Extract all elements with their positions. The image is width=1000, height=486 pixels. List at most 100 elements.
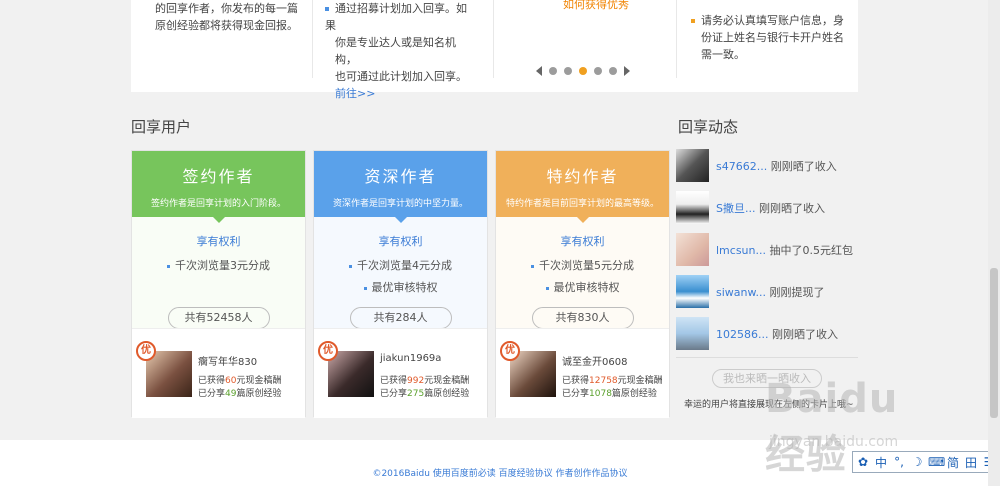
activity-action: 刚刚晒了收入 [758,202,825,215]
ime-grid-icon[interactable]: 田 [964,454,978,471]
section-title-activity: 回享动态 [678,118,739,136]
member-count-button[interactable]: 共有284人 [349,307,452,329]
ime-chinese-icon[interactable]: 中 [874,454,888,471]
bullet-icon [531,264,534,268]
baidu-jingyan-watermark: Baidu 经验 jingyan.baidu.com [765,376,945,478]
card-header: 资深作者 资深作者是回享计划的中坚力量。 [314,151,487,223]
user-name[interactable]: S撒旦... [716,202,755,215]
tier-title: 资深作者 [364,167,437,186]
carousel-controls [536,64,636,78]
ime-keyboard-icon[interactable]: ⌨ [928,455,945,469]
divider [676,0,677,78]
top-info-strip: 的回享作者，你发布的每一篇 原创经验都将获得现金回报。 通过招募计划加入回享。如… [131,0,858,100]
divider [676,357,858,358]
user-name[interactable]: 诚至金开0608 [562,353,627,368]
prev-arrow-icon[interactable] [536,66,542,76]
user-name[interactable]: siwanw... [716,286,766,299]
featured-user[interactable]: 优 瘸写年华830 已获得60元现金稿酬 已分享49篇原创经验 [132,328,305,418]
ime-simplified-icon[interactable]: 简 [946,454,960,471]
benefit-item: 千次浏览量5元分成 [496,257,669,273]
bullet-icon [363,286,367,290]
tier-subtitle: 资深作者是回享计划的中坚力量。 [332,199,468,209]
excellent-badge-icon: 优 [500,341,520,361]
carousel-dot-active[interactable] [579,67,587,75]
scrollbar[interactable] [988,0,1000,486]
avatar[interactable] [676,275,709,308]
info-text: 的回享作者，你发布的每一篇 [155,2,298,15]
notch-icon [576,217,589,223]
carousel-dot[interactable] [564,67,572,75]
carousel-dot[interactable] [609,67,617,75]
carousel-dot[interactable] [594,67,602,75]
card-body: 享有权利 千次浏览量4元分成 最优审核特权 共有284人 [314,217,487,329]
author-tier-card[interactable]: 签约作者 签约作者是回享计划的入门阶段。 享有权利 千次浏览量3元分成 共有52… [131,150,306,418]
tier-subtitle: 特约作者是目前回享计划的最高等级。 [505,199,659,209]
watermark-url: jingyan.baidu.com [769,434,899,450]
ime-toolbar[interactable]: ✿中°,☽⌨简田☰ [852,451,1000,473]
user-stats: 已获得60元现金稿酬 已分享49篇原创经验 [198,376,282,399]
bullet-icon [691,19,695,23]
user-name[interactable]: lmcsun... [716,244,766,257]
activity-item[interactable]: S撒旦... 刚刚晒了收入 [676,191,866,225]
info-text: 需一致。 [701,48,745,61]
avatar[interactable] [676,317,709,350]
avatar[interactable] [676,191,709,224]
carousel-dot[interactable] [549,67,557,75]
user-stats: 已获得12758元现金稿酬 已分享1078篇原创经验 [562,376,663,399]
card-header: 特约作者 特约作者是目前回享计划的最高等级。 [496,151,669,223]
avatar[interactable] [676,149,709,182]
activity-item[interactable]: siwanw... 刚刚提现了 [676,275,866,309]
activity-action: 抽中了0.5元红包 [769,244,853,257]
benefits-label: 享有权利 [560,235,605,248]
avatar[interactable] [676,233,709,266]
tier-subtitle: 签约作者是回享计划的入门阶段。 [150,199,286,209]
ime-paw-icon[interactable]: ✿ [856,455,870,469]
activity-action: 刚刚晒了收入 [771,328,838,341]
activity-text: siwanw... 刚刚提现了 [716,284,824,300]
card-header: 签约作者 签约作者是回享计划的入门阶段。 [132,151,305,223]
card-body: 享有权利 千次浏览量3元分成 共有52458人 [132,217,305,329]
activity-item[interactable]: 102586... 刚刚晒了收入 [676,317,866,351]
bullet-icon [349,264,352,268]
user-name[interactable]: 102586... [716,328,768,341]
goto-link[interactable]: 前往>> [325,85,475,102]
notch-icon [212,217,225,223]
benefit-item: 最优审核特权 [496,279,669,295]
bullet-icon [545,286,549,290]
info-text: 通过招募计划加入回享。如果 [325,2,467,32]
tier-title: 特约作者 [546,167,619,186]
info-text: 原创经验都将获得现金回报。 [155,19,298,32]
bullet-icon [167,264,170,268]
excellent-badge-icon: 优 [136,341,156,361]
activity-text: S撒旦... 刚刚晒了收入 [716,200,825,216]
next-arrow-icon[interactable] [624,66,630,76]
author-tier-card[interactable]: 特约作者 特约作者是目前回享计划的最高等级。 享有权利 千次浏览量5元分成 最优审… [495,150,670,418]
member-count-button[interactable]: 共有52458人 [167,307,270,329]
user-name[interactable]: 瘸写年华830 [198,353,257,368]
featured-user[interactable]: 优 诚至金开0608 已获得12758元现金稿酬 已分享1078篇原创经验 [496,328,669,418]
info-col-1: 的回享作者，你发布的每一篇 原创经验都将获得现金回报。 [155,0,305,78]
user-name[interactable]: s47662... [716,160,767,173]
activity-text: s47662... 刚刚晒了收入 [716,158,837,174]
activity-item[interactable]: s47662... 刚刚晒了收入 [676,149,866,183]
info-col-2: 通过招募计划加入回享。如果 你是专业达人或是知名机构， 也可通过此计划加入回享。… [325,0,475,100]
author-tier-card[interactable]: 资深作者 资深作者是回享计划的中坚力量。 享有权利 千次浏览量4元分成 最优审核特… [313,150,488,418]
how-to-excellent-link[interactable]: 如何获得优秀 [551,0,641,74]
info-text: 请务必认真填写账户信息，身 [691,12,846,29]
tier-title: 签约作者 [182,167,255,186]
ime-punctuation-icon[interactable]: °, [892,455,906,469]
member-count-button[interactable]: 共有830人 [531,307,634,329]
activity-text: lmcsun... 抽中了0.5元红包 [716,242,853,258]
ime-moon-icon[interactable]: ☽ [910,455,924,469]
activity-text: 102586... 刚刚晒了收入 [716,326,838,342]
bullet-icon [325,7,329,11]
info-text: 份证上姓名与银行卡开户姓名 [701,31,844,44]
featured-user[interactable]: 优 jiakun1969a 已获得992元现金稿酬 已分享275篇原创经验 [314,328,487,418]
benefit-item: 千次浏览量3元分成 [132,257,305,273]
activity-action: 刚刚晒了收入 [770,160,837,173]
user-name[interactable]: jiakun1969a [380,353,441,364]
activity-item[interactable]: lmcsun... 抽中了0.5元红包 [676,233,866,267]
scrollbar-thumb[interactable] [990,268,998,418]
user-stats: 已获得992元现金稿酬 已分享275篇原创经验 [380,376,470,399]
benefits-label: 享有权利 [196,235,241,248]
